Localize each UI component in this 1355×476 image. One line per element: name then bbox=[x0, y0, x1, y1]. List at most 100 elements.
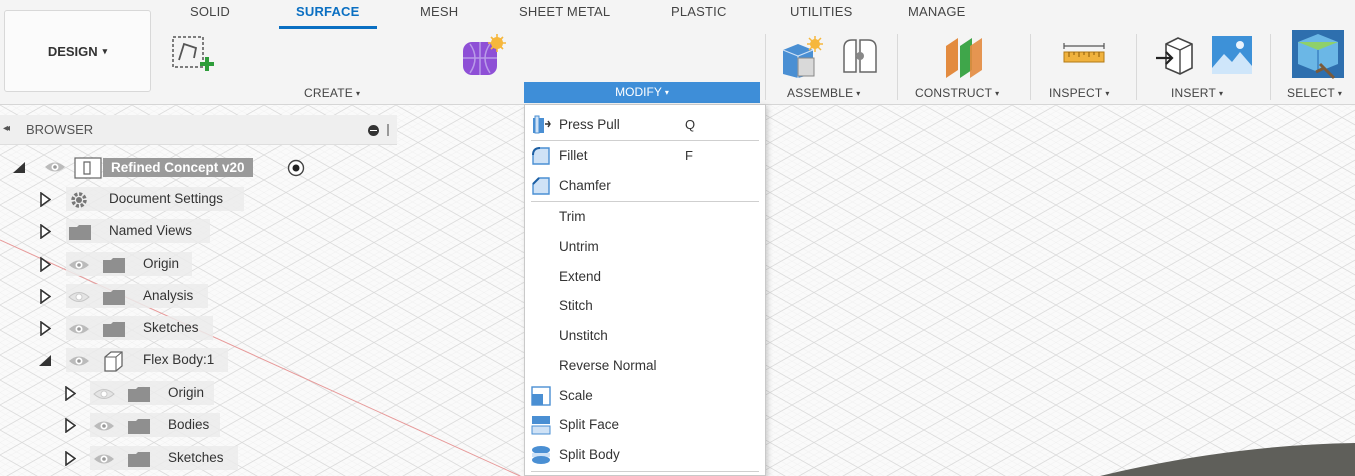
collapsed-triangle-icon[interactable] bbox=[39, 321, 51, 336]
collapsed-triangle-icon[interactable] bbox=[39, 224, 51, 239]
menu-item-shortcut: Q bbox=[685, 116, 696, 132]
insert-derive-icon[interactable] bbox=[1154, 36, 1198, 76]
expanded-triangle-icon[interactable] bbox=[12, 161, 26, 174]
assemble-menu-label: ASSEMBLE bbox=[787, 86, 854, 100]
tree-item-bodies[interactable]: Bodies bbox=[0, 411, 225, 439]
tree-item-body-sketches[interactable]: Sketches bbox=[0, 444, 245, 472]
chevron-down-icon: ▾ bbox=[1337, 89, 1343, 98]
joint-icon[interactable] bbox=[838, 34, 882, 78]
collapse-browser-icon[interactable]: ◂◂ bbox=[3, 123, 10, 134]
tab-manage[interactable]: MANAGE bbox=[908, 4, 966, 19]
tree-item-label: Bodies bbox=[168, 417, 210, 432]
tree-item-document-settings[interactable]: Document Settings bbox=[0, 185, 250, 213]
tab-plastic[interactable]: PLASTIC bbox=[671, 4, 727, 19]
construct-menu[interactable]: CONSTRUCT ▾ bbox=[915, 86, 999, 100]
visibility-eye-icon[interactable] bbox=[93, 419, 115, 433]
tab-sheet-metal[interactable]: SHEET METAL bbox=[519, 4, 610, 19]
collapsed-triangle-icon[interactable] bbox=[64, 386, 76, 401]
create-menu[interactable]: CREATE ▾ bbox=[304, 86, 360, 100]
workspace-switcher-button[interactable]: DESIGN ▾ bbox=[4, 10, 151, 92]
tree-item-body-origin[interactable]: Origin bbox=[0, 379, 220, 407]
tab-solid[interactable]: SOLID bbox=[190, 4, 230, 19]
menu-separator bbox=[531, 471, 759, 472]
menu-item-fillet[interactable]: Fillet F bbox=[525, 141, 765, 169]
tree-item-analysis[interactable]: Analysis bbox=[0, 282, 215, 310]
menu-item-unstitch[interactable]: Unstitch bbox=[525, 321, 765, 349]
active-tab-indicator bbox=[279, 26, 377, 29]
tree-item-label: Flex Body:1 bbox=[143, 352, 215, 367]
folder-icon bbox=[128, 387, 150, 402]
select-icon[interactable] bbox=[1290, 28, 1346, 80]
inspect-menu[interactable]: INSPECT ▾ bbox=[1049, 86, 1110, 100]
chevron-down-icon: ▾ bbox=[1219, 89, 1224, 98]
collapsed-triangle-icon[interactable] bbox=[64, 451, 76, 466]
tab-utilities[interactable]: UTILITIES bbox=[790, 4, 852, 19]
menu-item-label: Press Pull bbox=[559, 116, 620, 132]
collapsed-triangle-icon[interactable] bbox=[39, 289, 51, 304]
create-form-icon[interactable] bbox=[458, 34, 506, 78]
menu-item-press-pull[interactable]: Press Pull Q bbox=[525, 110, 765, 138]
visibility-eye-icon[interactable] bbox=[44, 160, 66, 174]
tree-item-origin[interactable]: Origin bbox=[0, 250, 200, 278]
offset-plane-icon[interactable] bbox=[940, 34, 986, 78]
menu-item-label: Stitch bbox=[559, 297, 593, 313]
hidden-eye-icon[interactable] bbox=[93, 387, 115, 401]
folder-icon bbox=[128, 452, 150, 467]
chevron-down-icon: ▾ bbox=[102, 45, 108, 56]
menu-item-stitch[interactable]: Stitch bbox=[525, 291, 765, 319]
browser-header: ◂◂ BROWSER bbox=[0, 115, 397, 145]
ribbon-tabs: SOLID SURFACE MESH SHEET METAL PLASTIC U… bbox=[0, 0, 1355, 26]
insert-canvas-icon[interactable] bbox=[1210, 34, 1254, 76]
folder-icon bbox=[103, 258, 125, 273]
tab-mesh[interactable]: MESH bbox=[420, 4, 458, 19]
select-menu[interactable]: SELECT ▾ bbox=[1287, 86, 1342, 100]
chamfer-icon bbox=[532, 177, 550, 195]
collapsed-triangle-icon[interactable] bbox=[39, 257, 51, 272]
collapsed-triangle-icon[interactable] bbox=[39, 192, 51, 207]
insert-menu[interactable]: INSERT ▾ bbox=[1171, 86, 1223, 100]
menu-item-label: Chamfer bbox=[559, 177, 611, 193]
folder-icon bbox=[103, 290, 125, 305]
visibility-eye-icon[interactable] bbox=[68, 322, 90, 336]
expanded-triangle-icon[interactable] bbox=[38, 354, 52, 367]
tree-item-label: Analysis bbox=[143, 288, 194, 303]
create-sketch-icon[interactable] bbox=[170, 34, 216, 78]
active-radio-icon[interactable] bbox=[287, 159, 305, 177]
modify-menu-open[interactable]: MODIFY ▾ bbox=[524, 82, 760, 103]
scale-icon bbox=[531, 386, 551, 406]
menu-item-trim[interactable]: Trim bbox=[525, 202, 765, 230]
modify-menu-label: MODIFY bbox=[615, 85, 662, 99]
menu-item-chamfer[interactable]: Chamfer bbox=[525, 171, 765, 199]
chevron-down-icon: ▾ bbox=[1105, 89, 1110, 98]
menu-item-untrim[interactable]: Untrim bbox=[525, 232, 765, 260]
tree-root-row[interactable]: Refined Concept v20 bbox=[0, 153, 320, 181]
menu-item-split-face[interactable]: Split Face bbox=[525, 410, 765, 438]
new-component-icon[interactable] bbox=[780, 36, 826, 78]
assemble-menu[interactable]: ASSEMBLE ▾ bbox=[787, 86, 861, 100]
tree-item-named-views[interactable]: Named Views bbox=[0, 217, 215, 245]
tree-item-sketches[interactable]: Sketches bbox=[0, 314, 220, 342]
menu-item-reverse-normal[interactable]: Reverse Normal bbox=[525, 351, 765, 379]
pin-icon[interactable] bbox=[368, 125, 379, 136]
tree-item-flex-body[interactable]: Flex Body:1 bbox=[0, 346, 235, 374]
menu-item-label: Split Body bbox=[559, 446, 620, 462]
collapsed-triangle-icon[interactable] bbox=[64, 418, 76, 433]
group-divider bbox=[897, 34, 898, 100]
menu-item-split-body[interactable]: Split Body bbox=[525, 440, 765, 468]
construct-menu-label: CONSTRUCT bbox=[915, 86, 993, 100]
fillet-icon bbox=[532, 147, 550, 165]
tab-surface[interactable]: SURFACE bbox=[296, 4, 360, 19]
chevron-down-icon: ▾ bbox=[995, 89, 1000, 98]
visibility-eye-icon[interactable] bbox=[68, 258, 90, 272]
visibility-eye-icon[interactable] bbox=[93, 452, 115, 466]
menu-item-scale[interactable]: Scale bbox=[525, 381, 765, 409]
visibility-eye-icon[interactable] bbox=[68, 354, 90, 368]
measure-icon[interactable] bbox=[1062, 40, 1106, 70]
group-divider bbox=[1030, 34, 1031, 100]
menu-item-label: Fillet bbox=[559, 147, 588, 163]
select-menu-label: SELECT bbox=[1287, 86, 1335, 100]
panel-grip-icon[interactable] bbox=[387, 124, 389, 136]
hidden-eye-icon[interactable] bbox=[68, 290, 90, 304]
modify-dropdown-menu: Press Pull Q Fillet F Chamfer Trim Untri… bbox=[524, 104, 766, 476]
menu-item-extend[interactable]: Extend bbox=[525, 262, 765, 290]
